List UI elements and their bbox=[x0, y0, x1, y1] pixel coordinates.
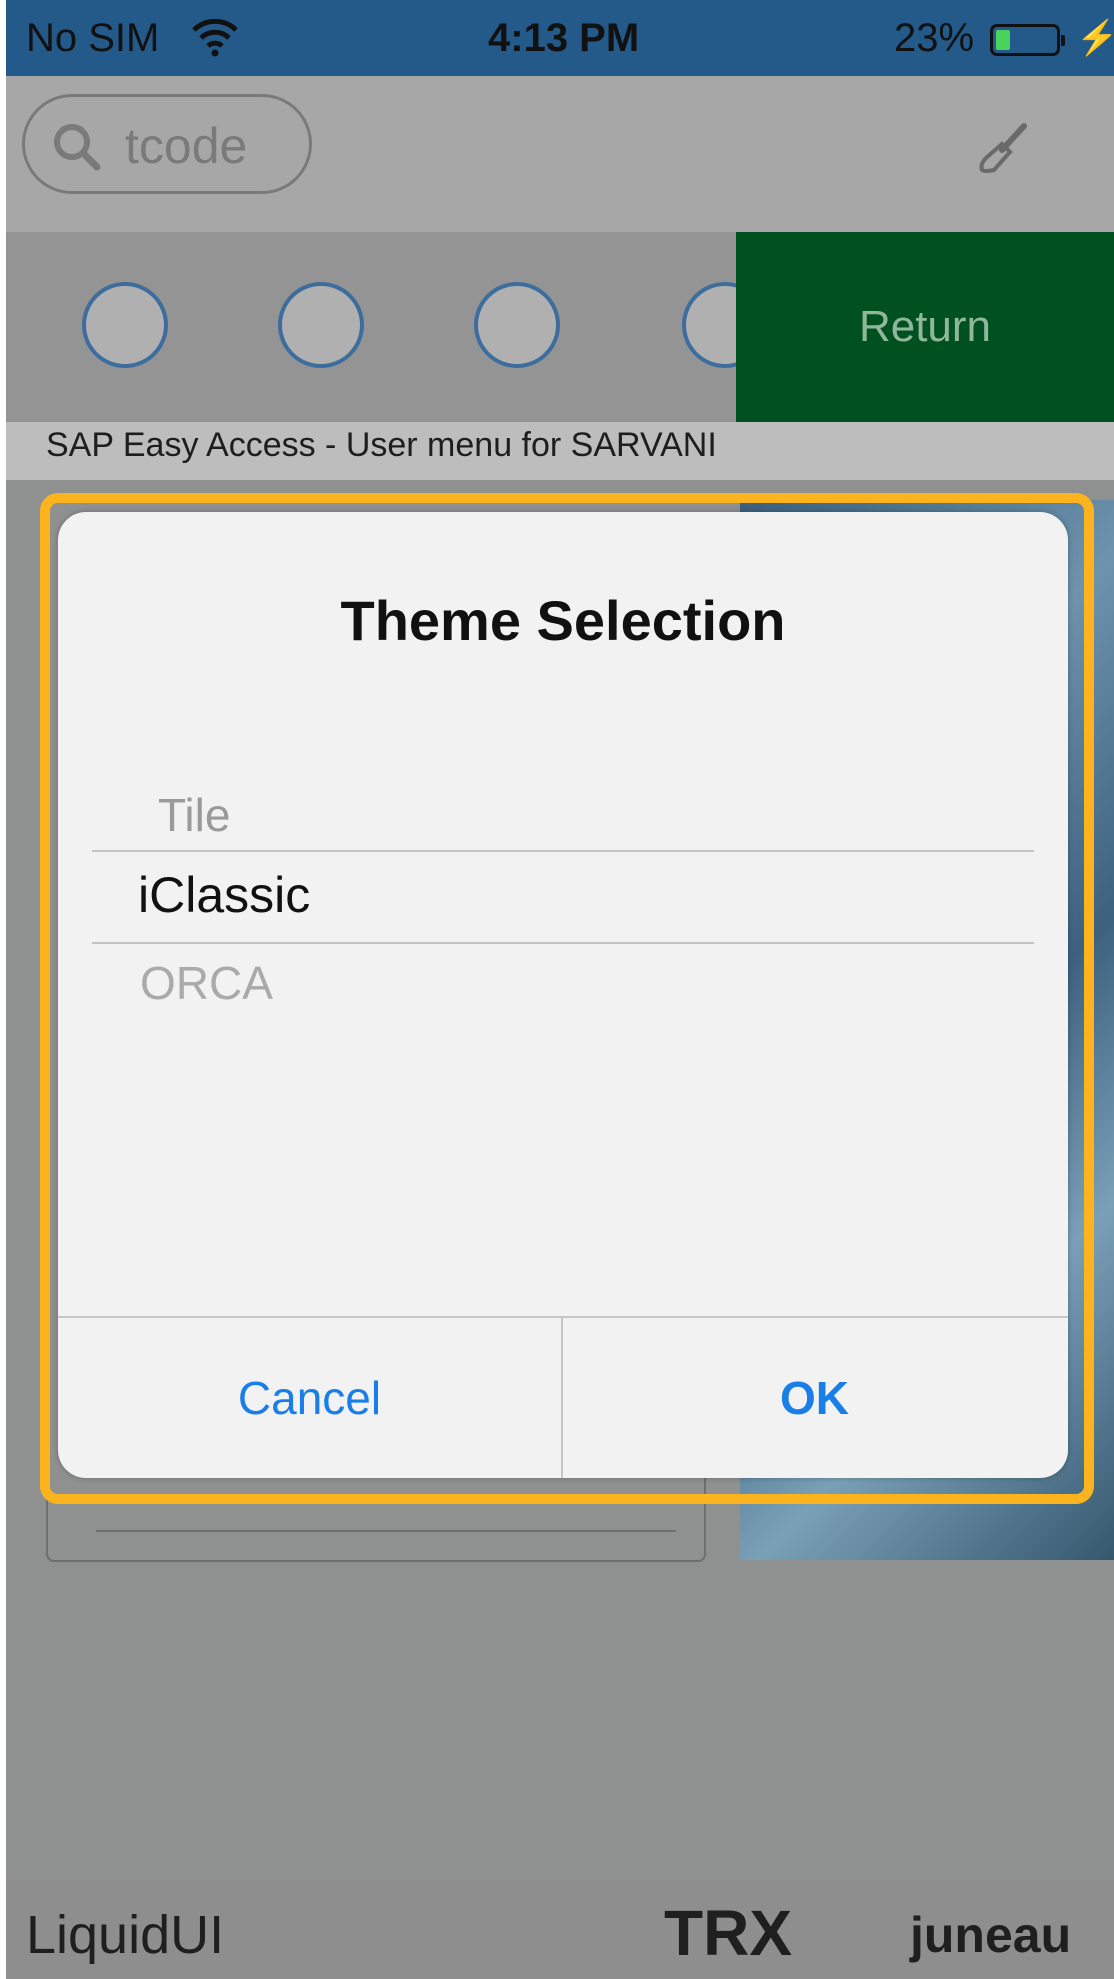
search-placeholder: tcode bbox=[125, 118, 248, 174]
battery-icon bbox=[990, 24, 1065, 56]
page-subtitle: SAP Easy Access - User menu for SARVANI bbox=[46, 426, 717, 464]
footer-brand: LiquidUI bbox=[26, 1905, 225, 1965]
picker-selection-top-line bbox=[92, 850, 1034, 852]
theme-selection-dialog: Theme Selection Tile iClassic ORCA Cance… bbox=[58, 512, 1068, 1478]
return-button[interactable]: Return bbox=[736, 232, 1114, 422]
sap-menu-icon[interactable] bbox=[278, 282, 364, 368]
clock: 4:13 PM bbox=[488, 16, 640, 60]
divider bbox=[96, 1530, 676, 1532]
picker-selection-bottom-line bbox=[92, 942, 1034, 944]
footer: LiquidUI TRX juneau bbox=[6, 1880, 1114, 1979]
wifi-icon bbox=[192, 18, 238, 57]
cancel-button[interactable]: Cancel bbox=[58, 1318, 561, 1478]
picker-option-tile[interactable]: Tile bbox=[158, 788, 1068, 842]
picker-option-orca[interactable]: ORCA bbox=[140, 956, 1068, 1010]
ok-button[interactable]: OK bbox=[563, 1318, 1066, 1478]
favorites-icon[interactable] bbox=[474, 282, 560, 368]
brush-icon[interactable] bbox=[974, 118, 1034, 178]
picker-option-iclassic[interactable]: iClassic bbox=[138, 866, 1068, 924]
footer-mode: TRX bbox=[664, 1897, 792, 1969]
charging-icon: ⚡ bbox=[1076, 19, 1114, 57]
user-menu-icon[interactable] bbox=[82, 282, 168, 368]
battery-percent: 23% bbox=[894, 16, 975, 60]
status-bar: No SIM 4:13 PM 23% ⚡ bbox=[6, 0, 1114, 76]
tcode-search-field[interactable]: tcode bbox=[22, 94, 312, 194]
carrier-label: No SIM bbox=[26, 16, 160, 60]
search-icon bbox=[54, 124, 101, 171]
footer-server: juneau bbox=[910, 1907, 1072, 1963]
dialog-title: Theme Selection bbox=[340, 589, 786, 652]
